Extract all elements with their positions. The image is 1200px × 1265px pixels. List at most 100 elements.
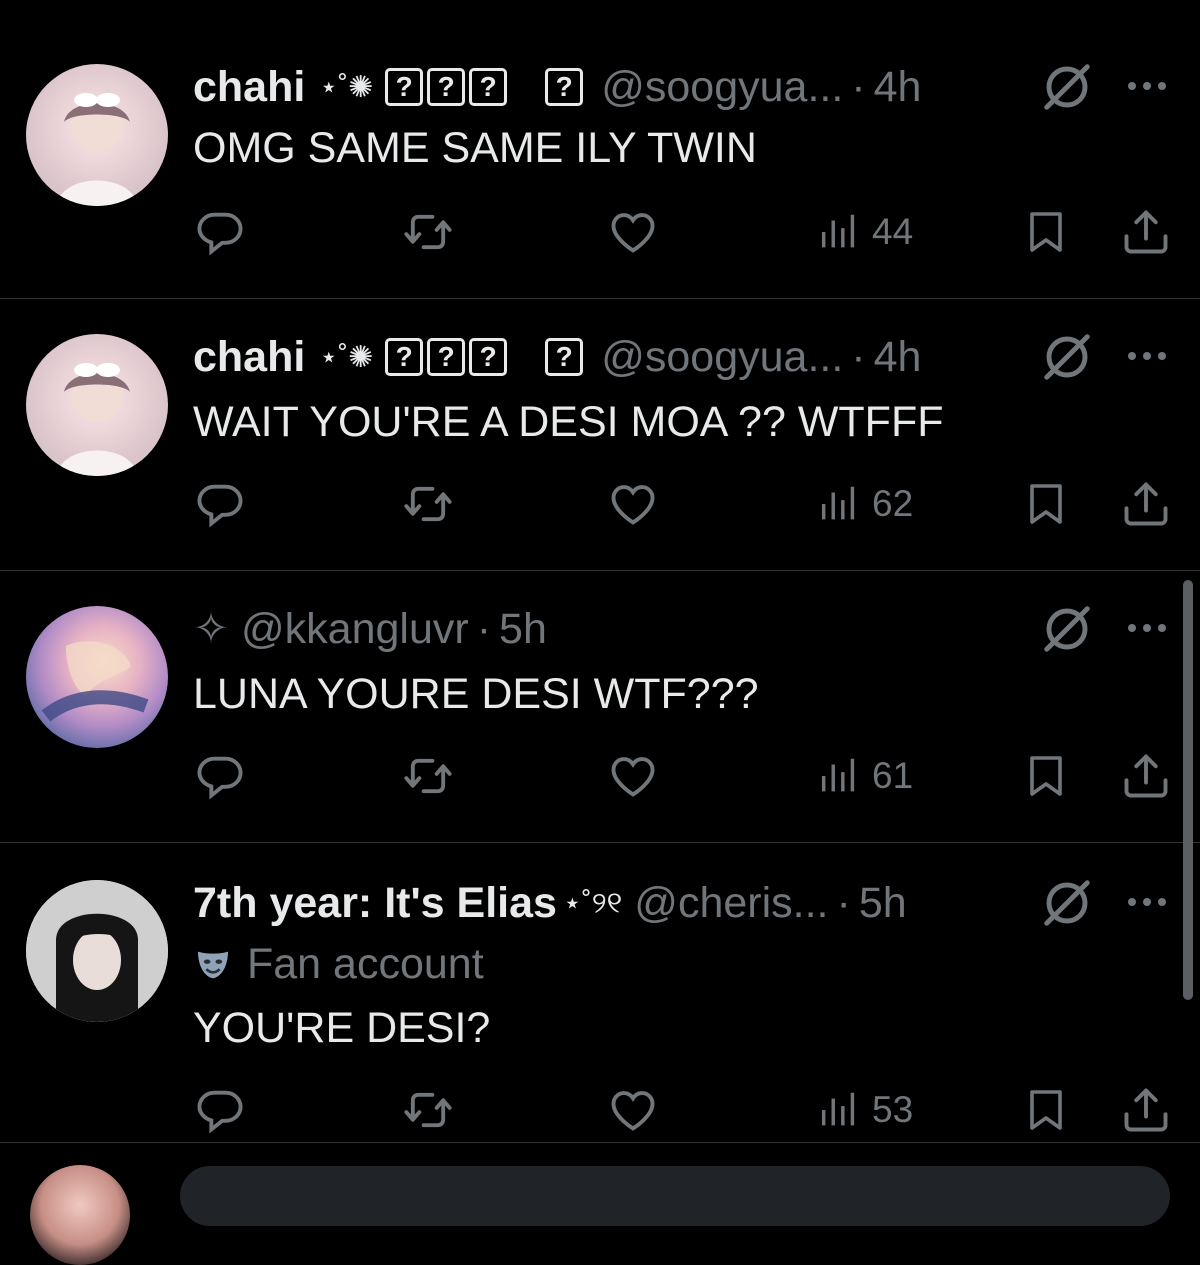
reply-icon bbox=[194, 750, 246, 802]
more-options-icon[interactable] bbox=[1125, 79, 1169, 93]
user-handle[interactable]: @soogyua... bbox=[601, 333, 843, 382]
display-name[interactable]: chahi bbox=[193, 333, 305, 382]
unrendered-glyph: ? bbox=[385, 338, 424, 376]
unrendered-glyph: ? bbox=[427, 338, 466, 376]
tweet-text: LUNA YOURE DESI WTF??? bbox=[193, 670, 759, 718]
reply-button[interactable] bbox=[194, 206, 246, 258]
unrendered-glyph: ? bbox=[385, 68, 424, 106]
retweet-icon bbox=[400, 750, 456, 802]
scrollbar[interactable] bbox=[1183, 580, 1193, 1000]
unrendered-glyph: ? bbox=[545, 338, 584, 376]
tweet-text: OMG SAME SAME ILY TWIN bbox=[193, 124, 757, 172]
display-name[interactable]: chahi bbox=[193, 63, 305, 112]
grok-icon[interactable] bbox=[1040, 876, 1094, 930]
avatar[interactable] bbox=[26, 606, 168, 748]
view-count: 53 bbox=[872, 1089, 914, 1130]
name-decoration: ⋆˚✺ bbox=[319, 70, 374, 104]
views-icon bbox=[816, 1084, 862, 1136]
share-icon bbox=[1120, 478, 1172, 530]
tweet[interactable]: ✧ @kkangluvr · 5h LUNA YOURE DESI WTF???… bbox=[0, 570, 1200, 843]
views-icon bbox=[816, 206, 862, 258]
bookmark-icon bbox=[1022, 206, 1070, 258]
share-button[interactable] bbox=[1120, 206, 1172, 258]
tweet-text: WAIT YOU'RE A DESI MOA ?? WTFFF bbox=[193, 398, 944, 446]
tweet[interactable]: chahi ⋆˚✺ ? ? ? ? @soogyua... · 4h WAIT … bbox=[0, 298, 1200, 571]
heart-icon bbox=[606, 206, 660, 258]
fan-account-label: Fan account bbox=[193, 940, 484, 989]
fan-account-text: Fan account bbox=[247, 940, 484, 988]
bookmark-icon bbox=[1022, 750, 1070, 802]
separator-dot: · bbox=[836, 878, 851, 927]
view-count: 61 bbox=[872, 755, 914, 796]
tweet[interactable]: 7th year: It's Elias ⋆˚୨୧ @cheris... · 5… bbox=[0, 842, 1200, 1143]
retweet-button[interactable] bbox=[400, 1084, 456, 1136]
grok-icon[interactable] bbox=[1040, 60, 1094, 114]
user-handle[interactable]: @soogyua... bbox=[601, 63, 843, 112]
separator-dot: · bbox=[851, 332, 866, 381]
separator-dot: · bbox=[851, 62, 866, 111]
views-icon bbox=[816, 478, 862, 530]
avatar[interactable] bbox=[30, 1165, 130, 1265]
separator-dot: · bbox=[476, 604, 492, 653]
grok-icon[interactable] bbox=[1040, 602, 1094, 656]
like-button[interactable] bbox=[606, 1084, 660, 1136]
share-icon bbox=[1120, 206, 1172, 258]
bookmark-button[interactable] bbox=[1022, 1084, 1070, 1136]
name-decoration: ⋆˚୨୧ bbox=[562, 886, 623, 920]
share-button[interactable] bbox=[1120, 1084, 1172, 1136]
view-count: 62 bbox=[872, 483, 914, 524]
reply-icon bbox=[194, 206, 246, 258]
bookmark-button[interactable] bbox=[1022, 478, 1070, 530]
retweet-button[interactable] bbox=[400, 206, 456, 258]
heart-icon bbox=[606, 1084, 660, 1136]
views-button[interactable]: 44 bbox=[816, 206, 913, 258]
timestamp[interactable]: 5h bbox=[859, 879, 907, 928]
avatar[interactable] bbox=[26, 334, 168, 476]
like-button[interactable] bbox=[606, 750, 660, 802]
bookmark-button[interactable] bbox=[1022, 750, 1070, 802]
heart-icon bbox=[606, 478, 660, 530]
bookmark-button[interactable] bbox=[1022, 206, 1070, 258]
retweet-button[interactable] bbox=[400, 750, 456, 802]
reply-button[interactable] bbox=[194, 1084, 246, 1136]
retweet-icon bbox=[400, 206, 456, 258]
views-button[interactable]: 61 bbox=[816, 750, 913, 802]
share-icon bbox=[1120, 750, 1172, 802]
sparkle-name[interactable]: ✧ bbox=[193, 604, 229, 654]
reply-button[interactable] bbox=[194, 478, 246, 530]
heart-icon bbox=[606, 750, 660, 802]
like-button[interactable] bbox=[606, 478, 660, 530]
more-options-icon[interactable] bbox=[1125, 349, 1169, 363]
reply-input[interactable] bbox=[180, 1166, 1170, 1226]
unrendered-glyph: ? bbox=[469, 338, 508, 376]
unrendered-glyph: ? bbox=[427, 68, 466, 106]
timestamp[interactable]: 4h bbox=[874, 333, 922, 382]
reply-icon bbox=[194, 1084, 246, 1136]
views-button[interactable]: 53 bbox=[816, 1084, 913, 1136]
unrendered-glyph: ? bbox=[545, 68, 584, 106]
bookmark-icon bbox=[1022, 1084, 1070, 1136]
more-options-icon[interactable] bbox=[1125, 621, 1169, 635]
share-icon bbox=[1120, 1084, 1172, 1136]
display-name[interactable]: 7th year: It's Elias bbox=[193, 879, 557, 928]
grok-icon[interactable] bbox=[1040, 330, 1094, 384]
retweet-button[interactable] bbox=[400, 478, 456, 530]
view-count: 44 bbox=[872, 211, 914, 252]
tweet[interactable]: chahi ⋆˚✺ ? ? ? ? @soogyua... · 4h OMG S… bbox=[0, 0, 1200, 299]
tweet-text: YOU'RE DESI? bbox=[193, 1004, 491, 1052]
avatar[interactable] bbox=[26, 64, 168, 206]
share-button[interactable] bbox=[1120, 750, 1172, 802]
like-button[interactable] bbox=[606, 206, 660, 258]
views-button[interactable]: 62 bbox=[816, 478, 913, 530]
retweet-icon bbox=[400, 478, 456, 530]
timestamp[interactable]: 5h bbox=[499, 605, 547, 654]
user-handle[interactable]: @kkangluvr bbox=[241, 605, 469, 654]
user-handle[interactable]: @cheris... bbox=[634, 879, 828, 928]
avatar[interactable] bbox=[26, 880, 168, 1022]
name-decoration: ⋆˚✺ bbox=[319, 340, 374, 374]
more-options-icon[interactable] bbox=[1125, 895, 1169, 909]
share-button[interactable] bbox=[1120, 478, 1172, 530]
reply-button[interactable] bbox=[194, 750, 246, 802]
views-icon bbox=[816, 750, 862, 802]
timestamp[interactable]: 4h bbox=[874, 63, 922, 112]
